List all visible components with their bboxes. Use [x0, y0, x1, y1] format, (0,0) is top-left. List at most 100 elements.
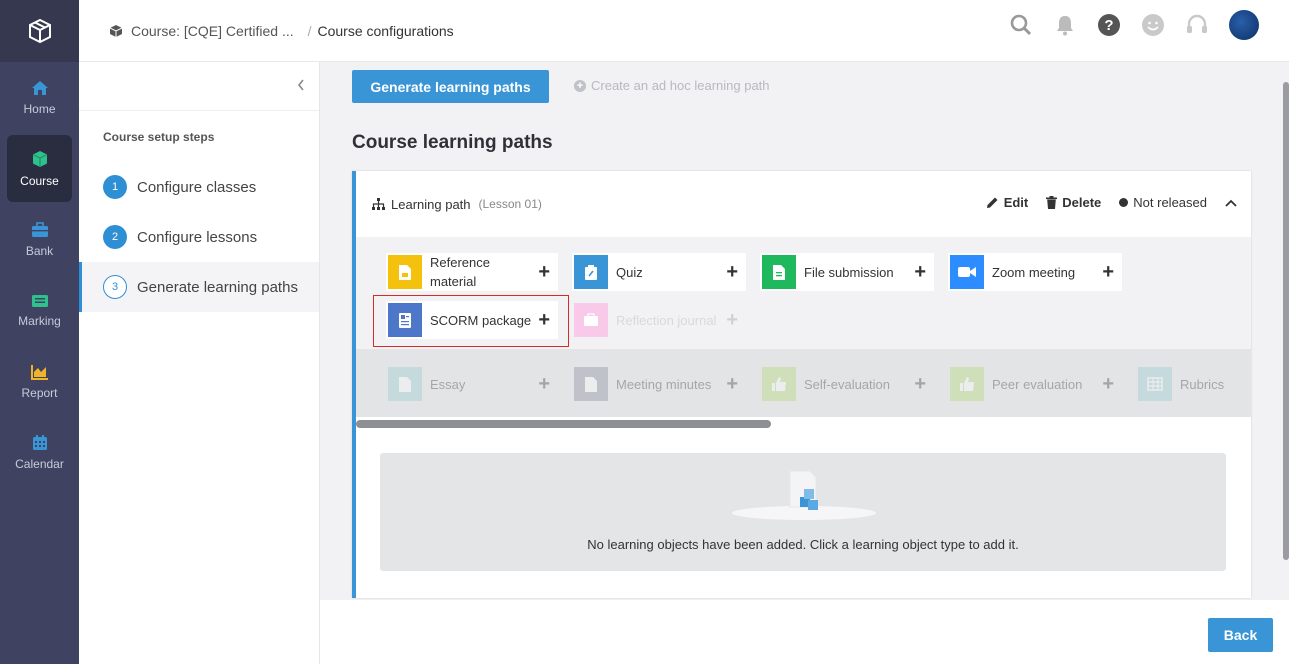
- sitemap-icon: [372, 198, 385, 210]
- chevron-up-icon[interactable]: [1225, 195, 1237, 210]
- setup-steps-panel: Course setup steps 1 Configure classes 2…: [79, 62, 320, 664]
- headset-icon[interactable]: [1185, 13, 1209, 37]
- breadcrumb-course-link[interactable]: Course: [CQE] Certified ...: [131, 23, 294, 39]
- tile-label: File submission: [804, 264, 894, 280]
- tile-label: Zoom meeting: [992, 264, 1076, 280]
- nav-bank[interactable]: Bank: [0, 204, 79, 275]
- nav-calendar[interactable]: Calendar: [0, 417, 79, 488]
- step-generate-learning-paths[interactable]: 3 Generate learning paths: [79, 262, 319, 312]
- user-avatar[interactable]: [1229, 10, 1259, 40]
- tile-file-submission[interactable]: File submission +: [760, 253, 934, 291]
- plus-icon[interactable]: +: [726, 374, 738, 394]
- plus-icon[interactable]: +: [1102, 374, 1114, 394]
- edit-button[interactable]: Edit: [986, 195, 1028, 210]
- horizontal-scrollbar[interactable]: [356, 420, 771, 428]
- step-configure-lessons[interactable]: 2 Configure lessons: [79, 212, 319, 262]
- breadcrumb-current: Course configurations: [317, 22, 454, 39]
- plus-icon[interactable]: +: [538, 374, 550, 394]
- course-cube-icon: [109, 24, 123, 37]
- nav-report-label: Report: [21, 385, 58, 400]
- plus-icon[interactable]: +: [726, 262, 738, 282]
- nav-home[interactable]: Home: [0, 62, 79, 133]
- tile-label: Peer evaluation: [992, 376, 1083, 392]
- delete-label: Delete: [1062, 195, 1102, 210]
- tile-label: Essay: [430, 376, 466, 392]
- nav-calendar-label: Calendar: [15, 457, 64, 471]
- quiz-icon: [574, 255, 608, 289]
- tile-label: Quiz: [616, 264, 643, 280]
- release-status: Not released: [1119, 195, 1207, 210]
- journal-icon: [574, 303, 608, 337]
- steps-title: Course setup steps: [103, 130, 215, 144]
- plus-icon[interactable]: +: [1102, 262, 1114, 282]
- nav-bank-label: Bank: [25, 243, 54, 258]
- home-icon: [31, 80, 48, 95]
- vertical-scrollbar[interactable]: [1283, 82, 1289, 560]
- tile-essay[interactable]: Essay +: [386, 365, 558, 403]
- learning-object-tiles-overflow: Essay + Meeting minutes + Self-evaluatio…: [356, 349, 1251, 417]
- page-footer: Back: [320, 600, 1289, 664]
- learning-path-title: Learning path: [391, 196, 471, 212]
- status-label: Not released: [1133, 195, 1207, 210]
- header-icons: ?: [1009, 10, 1259, 40]
- create-adhoc-path-link[interactable]: + Create an ad hoc learning path: [574, 78, 770, 93]
- plus-icon[interactable]: +: [914, 374, 926, 394]
- marking-icon: [31, 294, 48, 307]
- learning-path-header: Learning path (Lesson 01) Edit Delete No…: [356, 171, 1251, 237]
- left-navigation: Home Course Bank Marking Report Calendar: [0, 0, 79, 664]
- section-title: Course learning paths: [352, 132, 553, 153]
- nav-course-label: Course: [20, 173, 59, 188]
- cube-icon: [32, 150, 47, 167]
- step-configure-classes[interactable]: 1 Configure classes: [79, 162, 319, 212]
- logo-icon: [28, 18, 51, 44]
- thumbs-up-icon: [762, 367, 796, 401]
- breadcrumb: Course: [CQE] Certified ... / Course con…: [109, 23, 454, 39]
- main-content: Generate learning paths + Create an ad h…: [320, 62, 1289, 600]
- nav-report[interactable]: Report: [0, 346, 79, 417]
- empty-state-panel: No learning objects have been added. Cli…: [380, 453, 1226, 571]
- tile-reflection-journal[interactable]: Reflection journal +: [572, 301, 746, 339]
- scorm-highlight-box: [373, 295, 569, 347]
- back-button[interactable]: Back: [1208, 618, 1273, 652]
- tile-rubrics[interactable]: Rubrics: [1136, 365, 1251, 403]
- essay-icon: [388, 367, 422, 401]
- bell-icon[interactable]: [1053, 13, 1077, 37]
- nav-course[interactable]: Course: [7, 135, 72, 202]
- nav-marking[interactable]: Marking: [0, 275, 79, 346]
- breadcrumb-separator: /: [307, 22, 312, 39]
- search-icon[interactable]: [1009, 13, 1033, 37]
- tile-reference-material[interactable]: Reference material +: [386, 253, 558, 291]
- smiley-icon[interactable]: [1141, 13, 1165, 37]
- step-number: 3: [103, 275, 127, 299]
- tile-label: Rubrics: [1180, 376, 1225, 392]
- adhoc-label: Create an ad hoc learning path: [591, 78, 770, 93]
- chart-icon: [30, 364, 48, 380]
- tile-meeting-minutes[interactable]: Meeting minutes +: [572, 365, 746, 403]
- collapse-panel-icon[interactable]: [297, 78, 305, 94]
- learning-path-lesson: (Lesson 01): [478, 197, 542, 211]
- top-header: Course: [CQE] Certified ... / Course con…: [79, 0, 1289, 62]
- calendar-icon: [32, 435, 47, 450]
- svg-text:?: ?: [1104, 17, 1113, 34]
- nav-home-label: Home: [23, 101, 56, 116]
- tile-label: Reflection journal: [616, 312, 717, 328]
- help-icon[interactable]: ?: [1097, 13, 1121, 37]
- tile-quiz[interactable]: Quiz +: [572, 253, 746, 291]
- document-icon: [388, 255, 422, 289]
- learning-path-card: Learning path (Lesson 01) Edit Delete No…: [352, 171, 1251, 598]
- generate-learning-paths-button[interactable]: Generate learning paths: [352, 70, 549, 103]
- pencil-icon: [986, 197, 998, 208]
- step-label: Configure lessons: [137, 228, 258, 246]
- plus-icon[interactable]: +: [726, 310, 738, 330]
- step-label: Generate learning paths: [137, 278, 298, 296]
- plus-icon[interactable]: +: [914, 262, 926, 282]
- app-logo[interactable]: [0, 0, 79, 62]
- step-label: Configure classes: [137, 178, 257, 196]
- tile-peer-evaluation[interactable]: Peer evaluation +: [948, 365, 1122, 403]
- plus-icon[interactable]: +: [538, 262, 550, 282]
- delete-button[interactable]: Delete: [1046, 195, 1101, 210]
- minutes-icon: [574, 367, 608, 401]
- tile-zoom-meeting[interactable]: Zoom meeting +: [948, 253, 1122, 291]
- tile-self-evaluation[interactable]: Self-evaluation +: [760, 365, 934, 403]
- tile-label: Meeting minutes: [616, 376, 712, 392]
